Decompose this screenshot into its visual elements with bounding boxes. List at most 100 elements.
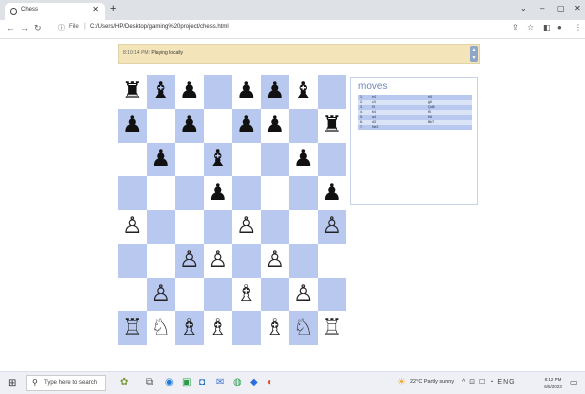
- square-g6[interactable]: ♟: [289, 142, 318, 177]
- black-piece[interactable]: ♟: [179, 114, 200, 137]
- black-piece[interactable]: ♟: [321, 181, 342, 205]
- square-d4[interactable]: [203, 210, 232, 244]
- square-f2[interactable]: [260, 277, 289, 312]
- share-icon[interactable]: ⇪: [512, 23, 519, 32]
- close-window-icon[interactable]: ✕: [574, 4, 581, 13]
- weather-icon[interactable]: ☀: [397, 377, 406, 388]
- square-e3[interactable]: [232, 243, 261, 278]
- square-d1[interactable]: ♗: [203, 311, 232, 345]
- black-piece[interactable]: ♜: [122, 80, 143, 103]
- info-icon[interactable]: ⓘ: [58, 23, 65, 33]
- white-piece[interactable]: ♘: [293, 316, 314, 340]
- black-piece[interactable]: ♟: [236, 114, 257, 137]
- cortana-widget-icon[interactable]: ✿: [120, 377, 128, 388]
- square-b1[interactable]: ♘: [146, 311, 175, 345]
- url-field[interactable]: ⓘ File | C:/Users/HP/Desktop/gaming%20pr…: [58, 23, 498, 35]
- white-piece[interactable]: ♙: [264, 249, 285, 272]
- square-c5[interactable]: [175, 176, 204, 210]
- chess-board[interactable]: ♜ ♝ ♟ ♟ ♟ ♝ ♟ ♟ ♟ ♟ ♜ ♟ ♝ ♟ ♟ ♟ ♙ ♙ ♙ ♙ ♙ ♙ ♙ ♗ ♙ ♖ ♘ ♗ ♗ ♗ ♘ ♖: [118, 75, 346, 345]
- mail-icon[interactable]: ✉: [216, 377, 224, 388]
- square-e7[interactable]: ♟: [232, 108, 261, 143]
- scroll-down-icon[interactable]: ▼: [470, 54, 478, 62]
- white-piece[interactable]: ♙: [207, 249, 228, 272]
- white-piece[interactable]: ♗: [179, 316, 200, 340]
- square-a3[interactable]: [118, 243, 147, 278]
- square-c7[interactable]: ♟: [175, 108, 204, 143]
- square-g7[interactable]: [289, 108, 318, 143]
- square-c4[interactable]: [175, 210, 204, 244]
- edge-icon[interactable]: ◉: [165, 377, 174, 388]
- file-explorer-icon[interactable]: ▣: [182, 377, 191, 388]
- square-b7[interactable]: [146, 108, 175, 143]
- square-e1[interactable]: [232, 311, 261, 345]
- square-b5[interactable]: [146, 176, 175, 210]
- square-c1[interactable]: ♗: [175, 311, 204, 345]
- black-piece[interactable]: ♟: [150, 147, 171, 171]
- white-piece[interactable]: ♙: [150, 282, 171, 306]
- square-e2[interactable]: ♗: [232, 277, 261, 312]
- taskbar-search[interactable]: ⚲ Type here to search: [26, 375, 106, 391]
- square-h5[interactable]: ♟: [317, 176, 346, 210]
- square-d6[interactable]: ♝: [203, 142, 232, 177]
- black-piece[interactable]: ♟: [293, 147, 314, 171]
- square-b8[interactable]: ♝: [146, 75, 175, 109]
- menu-icon[interactable]: ⋮: [574, 23, 582, 32]
- square-d7[interactable]: [203, 108, 232, 143]
- browser-tab[interactable]: Chess ✕: [5, 3, 105, 20]
- square-h8[interactable]: [317, 75, 346, 109]
- white-piece[interactable]: ♗: [236, 282, 257, 306]
- square-c3[interactable]: ♙: [175, 243, 204, 278]
- square-b4[interactable]: [146, 210, 175, 244]
- black-piece[interactable]: ♟: [264, 80, 285, 103]
- white-piece[interactable]: ♗: [207, 316, 228, 340]
- white-piece[interactable]: ♘: [150, 316, 171, 340]
- weather-text[interactable]: 22°C Partly sunny: [410, 379, 454, 385]
- square-f4[interactable]: [260, 210, 289, 244]
- white-piece[interactable]: ♙: [321, 215, 342, 238]
- square-c8[interactable]: ♟: [175, 75, 204, 109]
- new-tab-button[interactable]: +: [110, 3, 116, 15]
- square-e8[interactable]: ♟: [232, 75, 261, 109]
- square-f3[interactable]: ♙: [260, 243, 289, 278]
- square-f1[interactable]: ♗: [260, 311, 289, 345]
- taskbar-clock[interactable]: 8:12 PM 6/5/2023: [541, 376, 565, 390]
- black-piece[interactable]: ♝: [150, 80, 171, 103]
- square-g4[interactable]: [289, 210, 318, 244]
- square-a7[interactable]: ♟: [118, 108, 147, 143]
- white-piece[interactable]: ♙: [122, 215, 143, 238]
- square-g8[interactable]: ♝: [289, 75, 318, 109]
- square-a2[interactable]: [118, 277, 147, 312]
- black-piece[interactable]: ♟: [236, 80, 257, 103]
- forward-icon[interactable]: →: [20, 23, 29, 33]
- square-d2[interactable]: [203, 277, 232, 312]
- square-h2[interactable]: [317, 277, 346, 312]
- maximize-icon[interactable]: ▢: [557, 4, 565, 13]
- windows-start-icon[interactable]: ⊞: [8, 378, 16, 389]
- square-h7[interactable]: ♜: [317, 108, 346, 143]
- square-g3[interactable]: [289, 243, 318, 278]
- white-piece[interactable]: ♗: [264, 316, 285, 340]
- square-f6[interactable]: [260, 142, 289, 177]
- square-b3[interactable]: [146, 243, 175, 278]
- square-a5[interactable]: [118, 176, 147, 210]
- white-piece[interactable]: ♙: [179, 249, 200, 272]
- square-f7[interactable]: ♟: [260, 108, 289, 143]
- bookmark-star-icon[interactable]: ☆: [527, 23, 534, 32]
- square-g5[interactable]: [289, 176, 318, 210]
- vscode-icon[interactable]: ◆: [250, 377, 258, 388]
- black-piece[interactable]: ♟: [207, 181, 228, 205]
- black-piece[interactable]: ♜: [321, 114, 342, 137]
- square-d8[interactable]: [203, 75, 232, 109]
- square-c2[interactable]: [175, 277, 204, 312]
- black-piece[interactable]: ♝: [207, 147, 228, 171]
- square-f8[interactable]: ♟: [260, 75, 289, 109]
- square-e6[interactable]: [232, 142, 261, 177]
- square-d5[interactable]: ♟: [203, 176, 232, 210]
- square-h6[interactable]: [317, 142, 346, 177]
- square-a4[interactable]: ♙: [118, 210, 147, 244]
- square-g1[interactable]: ♘: [289, 311, 318, 345]
- sidebar-icon[interactable]: ◧: [543, 23, 551, 32]
- back-icon[interactable]: ←: [6, 23, 15, 33]
- square-b2[interactable]: ♙: [146, 277, 175, 312]
- url-text[interactable]: C:/Users/HP/Desktop/gaming%20project/che…: [90, 24, 229, 30]
